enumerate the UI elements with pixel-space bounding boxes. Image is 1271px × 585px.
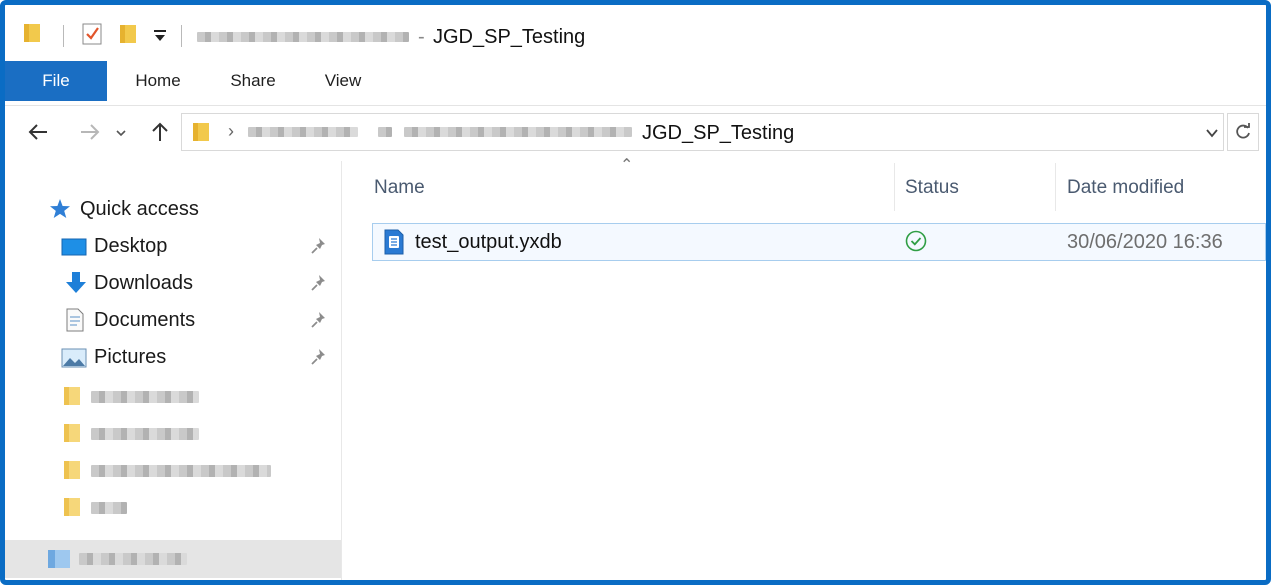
folder-icon [64,461,80,479]
folder-icon [24,24,40,42]
file-row[interactable]: test_output.yxdb 30/06/2020 16:36 [372,223,1266,261]
sidebar-item-redacted-folder[interactable] [5,379,341,413]
folder-icon [193,123,209,141]
column-header-status[interactable]: Status [905,161,1055,215]
redacted-label [91,502,127,514]
tab-home[interactable]: Home [127,61,189,101]
forward-arrow-icon [81,124,100,140]
sidebar-item-documents[interactable]: Documents [5,303,341,337]
explorer-window: - JGD_SP_Testing File Home Share View › … [0,0,1271,585]
pin-icon[interactable] [310,348,328,366]
navigation-pane: Quick access Desktop Downloads Documents… [5,161,342,580]
cloud-folder-icon [48,550,70,568]
address-bar[interactable]: › JGD_SP_Testing [181,113,1224,151]
tab-share[interactable]: Share [225,61,281,101]
pin-icon[interactable] [310,274,328,292]
redacted-label [91,465,271,477]
refresh-button[interactable] [1227,113,1259,151]
recent-locations-button[interactable] [113,117,129,147]
file-date-modified: 30/06/2020 16:36 [1067,231,1223,253]
address-current-folder[interactable]: JGD_SP_Testing [642,122,794,145]
file-name[interactable]: test_output.yxdb [415,224,562,260]
sidebar-item-quick-access[interactable]: Quick access [5,192,341,226]
sidebar-item-redacted-selected[interactable] [5,540,341,578]
document-icon [66,308,84,332]
folder-icon [64,387,80,405]
sidebar-item-redacted-folder[interactable] [5,490,341,524]
address-dropdown-icon[interactable] [1205,127,1219,139]
window-title: JGD_SP_Testing [433,26,586,48]
properties-icon[interactable] [81,22,103,46]
redacted-label [91,428,199,440]
redacted-path [378,127,392,137]
redacted-path [197,32,409,42]
forward-button[interactable] [77,117,103,147]
back-arrow-icon [28,124,47,140]
pin-icon[interactable] [310,311,328,329]
up-button[interactable] [147,117,173,147]
title-separator: - [418,26,425,48]
pin-icon[interactable] [310,237,328,255]
column-header-name[interactable]: Name [374,161,894,215]
tab-file[interactable]: File [5,61,107,101]
toolbar-separator [181,25,182,47]
yxdb-file-icon [384,229,404,255]
pictures-icon [61,348,87,368]
sidebar-item-redacted-folder[interactable] [5,416,341,450]
folder-icon [64,498,80,516]
toolbar-separator [63,25,64,47]
column-divider[interactable] [1055,163,1056,211]
sync-ok-icon [905,230,927,252]
redacted-label [91,391,199,403]
sidebar-item-label: Desktop [94,235,168,257]
customize-toolbar-icon[interactable] [153,29,167,43]
chevron-down-icon [116,130,126,137]
sidebar-item-label: Quick access [80,198,199,220]
ribbon-tabs: File Home Share View [5,61,1266,106]
folder-icon [64,424,80,442]
sidebar-item-label: Documents [94,309,196,331]
desktop-icon [61,238,87,256]
new-folder-icon[interactable] [119,22,137,46]
star-icon [50,199,70,218]
title-bar: - JGD_SP_Testing [5,5,1266,61]
column-header-date-modified[interactable]: Date modified [1067,161,1266,215]
sidebar-item-label: Pictures [94,346,167,368]
column-divider[interactable] [894,163,895,211]
up-arrow-icon [152,122,168,141]
sidebar-item-label: Downloads [94,272,193,294]
redacted-path [248,127,358,137]
sidebar-item-redacted-folder[interactable] [5,453,341,487]
redacted-path [404,127,632,137]
breadcrumb-chevron-icon[interactable]: › [228,121,234,142]
tab-view[interactable]: View [319,61,367,101]
file-list: ⌃ Name Status Date modified test_output.… [342,157,1266,580]
navigation-bar: › JGD_SP_Testing [5,105,1266,161]
sidebar-item-pictures[interactable]: Pictures [5,340,341,374]
refresh-icon [1236,123,1250,139]
download-arrow-icon [66,272,86,293]
sidebar-item-downloads[interactable]: Downloads [5,266,341,300]
redacted-label [79,553,187,565]
sidebar-item-desktop[interactable]: Desktop [5,229,341,263]
back-button[interactable] [25,117,51,147]
